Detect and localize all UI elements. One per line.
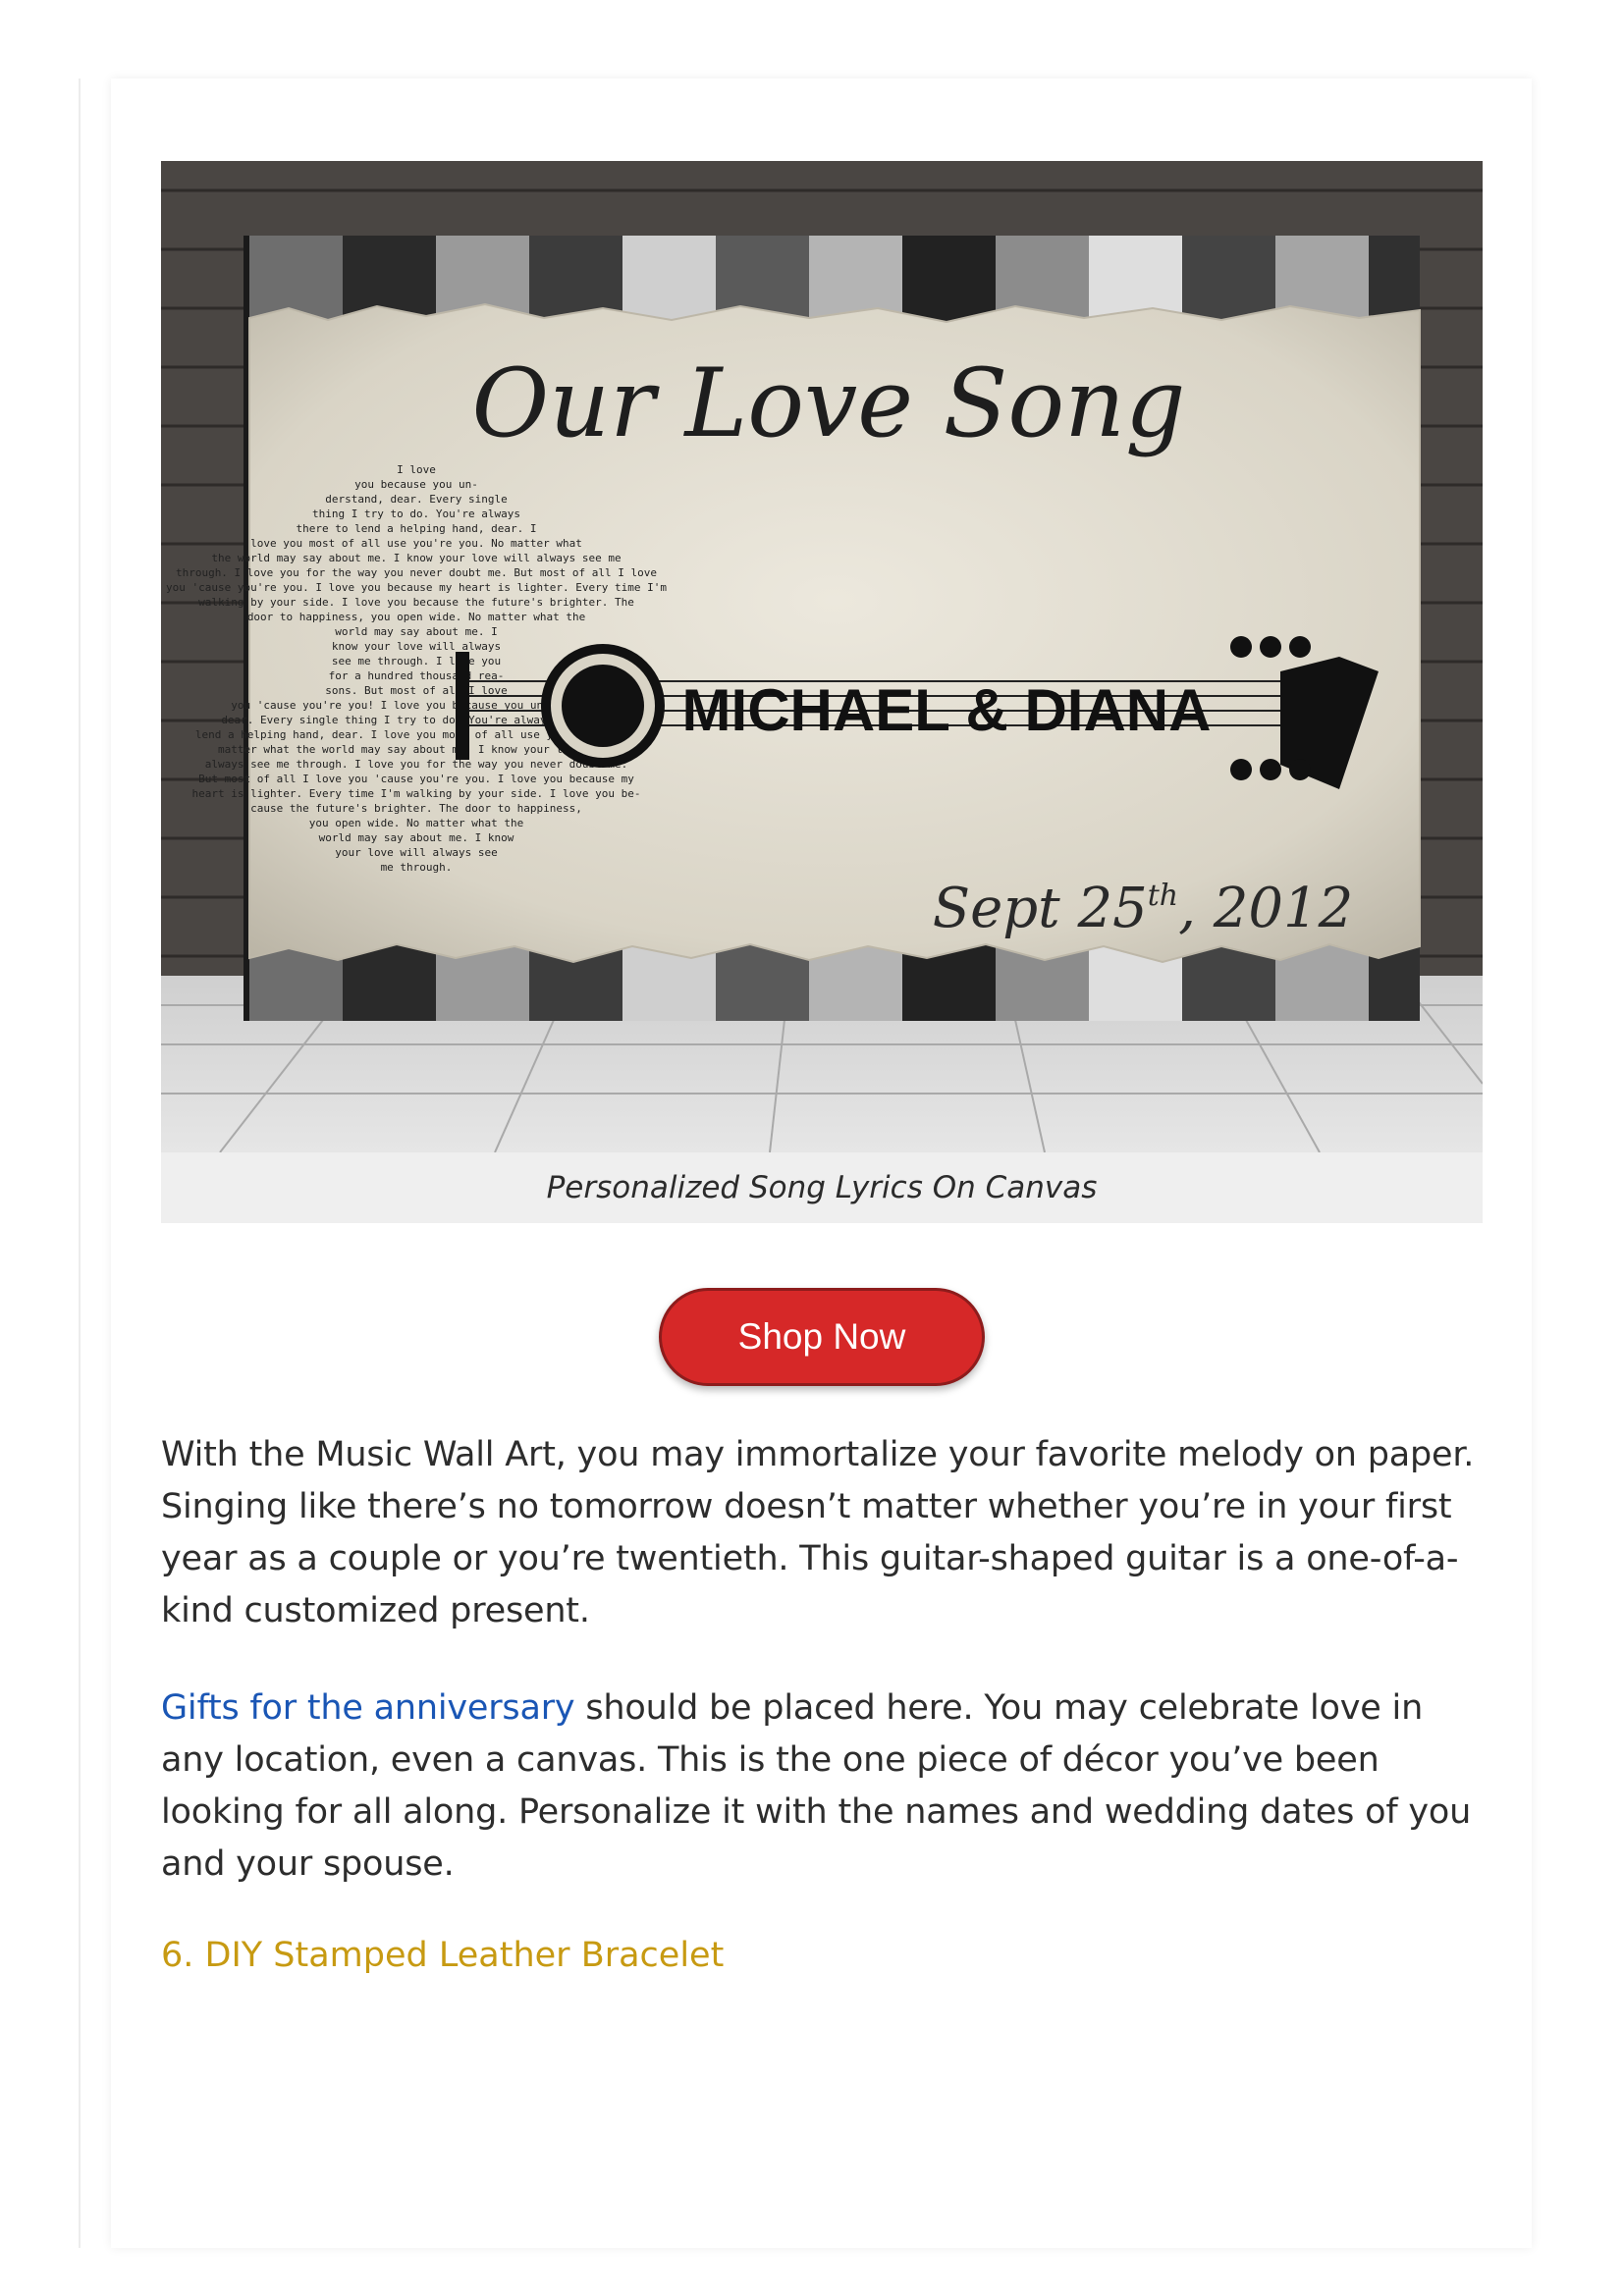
lyric-line: I love [397, 463, 436, 476]
lyric-line: know your love will always [332, 640, 501, 653]
lyric-line: me through. [381, 861, 453, 874]
lyric-line: there to lend a helping hand, dear. I [296, 522, 536, 535]
image-names: MICHAEL & DIANA [682, 677, 1212, 743]
lyric-line: you because you un- [354, 478, 478, 491]
lyric-line: always see me through. I love you for th… [205, 758, 627, 771]
lyric-line: you open wide. No matter what the [309, 817, 524, 829]
paragraph-music-wall-art: With the Music Wall Art, you may immorta… [161, 1435, 1475, 1630]
card-top-strip [111, 79, 1532, 169]
page: Our Love Song I love you because you un-d… [0, 0, 1623, 2296]
frame-left-border [79, 79, 81, 2248]
lyric-line: thing I try to do. You're always [312, 507, 520, 520]
lyric-line: you 'cause you're you. I love you becaus… [166, 581, 667, 594]
section-heading-leather-bracelet: 6. DIY Stamped Leather Bracelet [161, 1936, 725, 1975]
lyric-line: But most of all I love you 'cause you're… [198, 773, 634, 785]
lyric-line: door to happiness, you open wide. No mat… [247, 611, 585, 623]
lyric-line: the world may say about me. I know your … [211, 552, 621, 564]
lyric-line: see me through. I love you [332, 655, 501, 667]
lyric-line: derstand, dear. Every single [325, 493, 507, 506]
image-date-suffix: th [1148, 879, 1178, 913]
paragraph-anniversary-gifts: Gifts for the anniversary should be plac… [161, 1682, 1483, 1891]
image-title: Our Love Song [472, 348, 1186, 458]
lyric-line: your love will always see [335, 846, 498, 859]
shop-now-button[interactable]: Shop Now [659, 1288, 985, 1386]
shop-button-wrapper: Shop Now [161, 1288, 1483, 1388]
lyric-line: world may say about me. I [335, 625, 498, 638]
product-image[interactable]: Our Love Song I love you because you un-d… [161, 161, 1483, 1152]
lyric-line: through. I love you for the way you neve… [176, 566, 657, 579]
lyric-line: walking by your side. I love you because… [198, 596, 634, 609]
image-date-year: , 2012 [1178, 877, 1353, 940]
lyric-line: world may say about me. I know [319, 831, 514, 844]
article-content: Our Love Song I love you because you un-d… [161, 161, 1483, 1975]
image-date-main: Sept 25 [933, 877, 1148, 940]
lyric-line: love you most of all use you're you. No … [250, 537, 582, 550]
lyric-line: heart is lighter. Every time I'm walking… [192, 787, 641, 800]
image-date: Sept 25th, 2012 [933, 877, 1353, 940]
anniversary-gifts-link[interactable]: Gifts for the anniversary [161, 1688, 575, 1728]
lyric-line: cause the future's brighter. The door to… [250, 802, 582, 815]
article-card: Our Love Song I love you because you un-d… [111, 79, 1532, 2248]
image-caption: Personalized Song Lyrics On Canvas [161, 1152, 1483, 1223]
product-figure: Our Love Song I love you because you un-d… [161, 161, 1483, 1223]
